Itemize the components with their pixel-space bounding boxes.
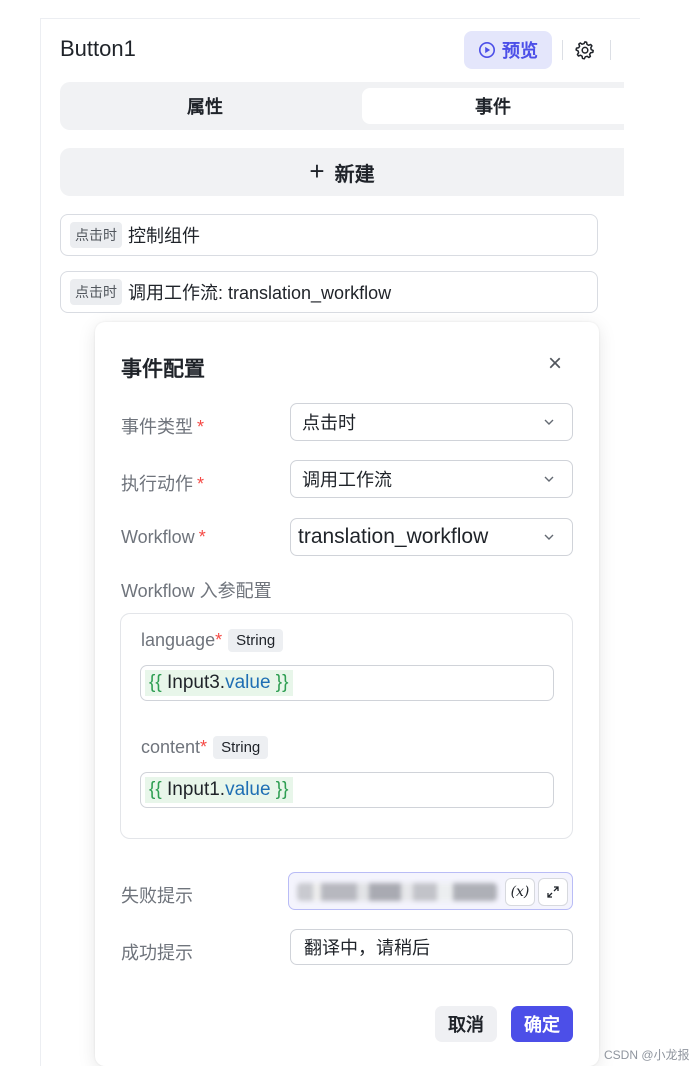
close-icon[interactable]: ×: [543, 350, 567, 377]
required-mark: *: [198, 527, 206, 547]
tab-properties[interactable]: 属性: [60, 88, 350, 124]
workflow-label: Workflow *: [121, 527, 206, 547]
required-mark: *: [197, 474, 205, 494]
blurred-content: [297, 883, 497, 901]
fail-tip-label: 失败提示: [121, 886, 193, 906]
panel-border: [40, 18, 41, 1066]
toolbar-divider: [562, 40, 563, 60]
play-circle-icon: [478, 41, 496, 59]
success-tip-value: 翻译中，请稍后: [304, 938, 430, 958]
required-mark: *: [215, 630, 223, 650]
confirm-button[interactable]: 确定: [511, 1006, 573, 1042]
tab-events[interactable]: 事件: [362, 88, 624, 124]
preview-label: 预览: [502, 41, 538, 61]
param-value-input[interactable]: {{ Input3.value }}: [140, 665, 554, 701]
event-item-label: 调用工作流: translation_workflow: [128, 283, 392, 303]
expand-arrows-icon: [547, 886, 559, 898]
chevron-down-icon: [544, 534, 554, 540]
plus-icon: +: [309, 155, 325, 186]
required-mark: *: [197, 417, 205, 437]
action-select[interactable]: 调用工作流: [290, 460, 573, 498]
cancel-button[interactable]: 取消: [435, 1006, 497, 1042]
workflow-params-box: language * String {{ Input3.value }} cont…: [120, 613, 573, 839]
watermark: CSDN @小龙报: [604, 1048, 690, 1062]
preview-button[interactable]: 预览: [464, 31, 552, 69]
toolbar-divider: [610, 40, 611, 60]
panel-border-top: [40, 18, 640, 19]
param-label: language * String: [141, 629, 284, 652]
component-title: Button1: [60, 36, 136, 61]
event-trigger-tag: 点击时: [70, 279, 122, 305]
workflow-params-label: Workflow 入参配置: [121, 581, 272, 601]
event-item[interactable]: 点击时 调用工作流: translation_workflow: [60, 271, 598, 313]
param-type-badge: String: [213, 736, 269, 759]
event-type-value: 点击时: [302, 413, 356, 433]
chevron-down-icon: [544, 476, 554, 482]
tab-bar: 属性 事件: [60, 82, 624, 130]
event-item-label: 控制组件: [128, 226, 200, 246]
event-type-label: 事件类型 *: [121, 417, 205, 437]
event-type-select[interactable]: 点击时: [290, 403, 573, 441]
param-label: content * String: [141, 736, 269, 759]
expand-icon[interactable]: [538, 878, 568, 906]
new-event-label: 新建: [334, 163, 375, 186]
required-mark: *: [200, 737, 208, 757]
event-config-dialog: 事件配置 × 事件类型 * 点击时 执行动作 * 调用工作流 Workflow * t…: [95, 322, 599, 1066]
new-event-button[interactable]: + 新建: [60, 148, 624, 196]
param-name: language: [141, 630, 216, 650]
code-expression: {{ Input1.value }}: [145, 777, 293, 803]
dialog-title: 事件配置: [121, 358, 205, 381]
success-tip-input[interactable]: 翻译中，请稍后: [290, 929, 573, 965]
action-value: 调用工作流: [302, 470, 392, 490]
param-name: content: [141, 737, 201, 757]
workflow-select[interactable]: translation_workflow: [290, 518, 573, 556]
event-item[interactable]: 点击时 控制组件: [60, 214, 598, 256]
action-label: 执行动作 *: [121, 474, 205, 494]
event-trigger-tag: 点击时: [70, 222, 122, 248]
param-value-input[interactable]: {{ Input1.value }}: [140, 772, 554, 808]
chevron-down-icon: [544, 419, 554, 425]
fail-tip-input[interactable]: (x): [288, 872, 573, 910]
gear-icon[interactable]: [575, 40, 595, 60]
code-expression: {{ Input3.value }}: [145, 670, 293, 696]
success-tip-label: 成功提示: [121, 943, 193, 963]
workflow-value: translation_workflow: [298, 525, 489, 548]
variable-icon[interactable]: (x): [505, 878, 535, 906]
param-type-badge: String: [228, 629, 284, 652]
